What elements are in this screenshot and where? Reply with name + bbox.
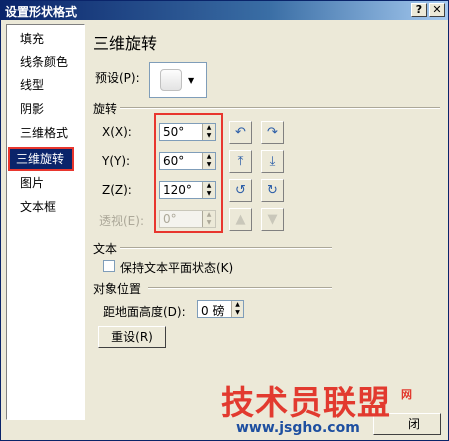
- divider: [120, 247, 332, 249]
- keep-text-flat-label: 保持文本平面状态(K): [120, 261, 234, 275]
- rotate-y-down-icon[interactable]: ⤓: [261, 150, 284, 173]
- chevron-down-icon: ▼: [188, 76, 195, 85]
- perspective-label: 透视(E):: [99, 214, 144, 228]
- distance-value: 0 磅: [201, 304, 225, 318]
- close-icon[interactable]: ✕: [429, 3, 445, 17]
- rotate-z-cw-icon[interactable]: ↻: [261, 179, 284, 202]
- divider: [120, 107, 440, 109]
- rotate-x-left-icon[interactable]: ↶: [229, 121, 252, 144]
- dialog-title: 设置形状格式: [5, 5, 78, 19]
- distance-spinner[interactable]: 0 磅 ▲ ▼: [197, 300, 244, 318]
- help-button[interactable]: ?: [411, 3, 427, 17]
- perspective-narrow-icon: ▲: [229, 208, 252, 231]
- rotate-z-ccw-icon[interactable]: ↺: [229, 179, 252, 202]
- nav-item-shadow[interactable]: 阴影: [7, 99, 84, 119]
- keep-text-flat-checkbox[interactable]: [103, 260, 115, 272]
- category-list: 填充 线条颜色 线型 阴影 三维格式 三维旋转 图片 文本框: [6, 24, 85, 420]
- nav-item-line-color[interactable]: 线条颜色: [7, 52, 84, 72]
- spinner-arrows-icon[interactable]: ▲ ▼: [231, 301, 243, 317]
- watermark-com: 网: [401, 388, 412, 401]
- y-label: Y(Y):: [102, 154, 131, 168]
- title-bar[interactable]: 设置形状格式 ? ✕: [1, 1, 448, 20]
- highlight-box: [154, 113, 223, 233]
- rotate-y-up-icon[interactable]: ⤒: [229, 150, 252, 173]
- rotate-x-right-icon[interactable]: ↷: [261, 121, 284, 144]
- distance-label: 距地面高度(D):: [103, 305, 186, 319]
- rotation-header: 旋转: [93, 102, 118, 116]
- z-label: Z(Z):: [102, 183, 132, 197]
- nav-item-textbox[interactable]: 文本框: [7, 197, 84, 217]
- preset-swatch: [160, 69, 182, 91]
- nav-item-fill[interactable]: 填充: [7, 29, 84, 49]
- nav-item-line-style[interactable]: 线型: [7, 75, 84, 95]
- x-label: X(X):: [102, 125, 132, 139]
- nav-item-picture[interactable]: 图片: [7, 173, 84, 193]
- object-position-header: 对象位置: [93, 282, 142, 296]
- reset-button[interactable]: 重设(R): [98, 326, 166, 348]
- settings-panel: 三维旋转 预设(P): ▼ 旋转 X(X): 50° ▲ ▼ Y(Y): 60° …: [88, 24, 445, 420]
- preset-label: 预设(P):: [95, 71, 140, 85]
- divider: [148, 287, 332, 289]
- preset-dropdown[interactable]: ▼: [149, 62, 207, 98]
- format-shape-dialog: 设置形状格式 ? ✕ 填充 线条颜色 线型 阴影 三维格式 三维旋转 图片 文本…: [0, 0, 449, 441]
- panel-title: 三维旋转: [93, 34, 158, 53]
- perspective-widen-icon: ▼: [261, 208, 284, 231]
- watermark-brand: 技术员联盟: [221, 383, 391, 422]
- text-header: 文本: [93, 242, 118, 256]
- nav-item-3d-rotation[interactable]: 三维旋转: [8, 147, 74, 171]
- watermark: 技术员联盟 网 www.jsgho.com: [221, 376, 446, 441]
- nav-item-3d-format[interactable]: 三维格式: [7, 123, 84, 143]
- watermark-url: www.jsgho.com: [236, 420, 360, 436]
